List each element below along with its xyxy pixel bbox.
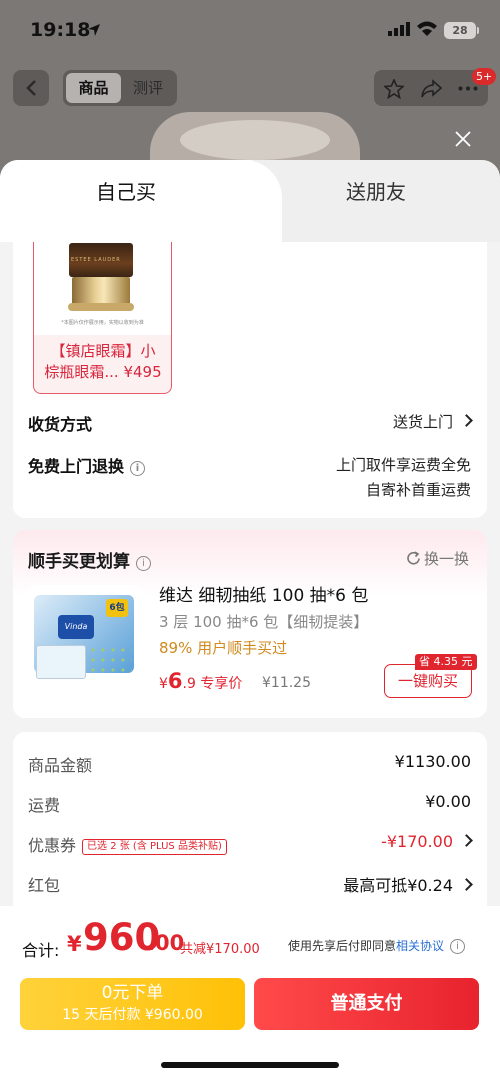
more-icon[interactable] (458, 86, 478, 91)
nav-tabs: 商品 测评 (63, 70, 177, 106)
close-icon[interactable] (455, 131, 471, 147)
status-time: 19:18 (30, 19, 91, 41)
bottle-cap (72, 277, 130, 305)
agreement-prefix: 使用先享后付即同意 (288, 939, 397, 953)
order-info-card: ESTEE LAUDER *本图片仅作展示用，实物以收到为准 【镇店眼霜】小 棕… (13, 242, 487, 518)
upsell-card: 顺手买更划算 i 换一换 Vinda 6包 维达 细韧抽纸 100 抽*6 包 3… (13, 530, 487, 718)
chevron-right-icon (460, 878, 473, 891)
tab-product[interactable]: 商品 (66, 73, 121, 103)
shipping-label: 运费 (28, 796, 61, 815)
total-currency: ¥ (67, 932, 82, 956)
goods-amount-label: 商品金额 (28, 756, 93, 775)
upsell-price: ¥6.9 专享价 (159, 669, 242, 693)
upsell-title: 顺手买更划算 i (28, 547, 151, 572)
chevron-left-icon (26, 80, 36, 96)
normal-pay-button[interactable]: 普通支付 (254, 978, 479, 1030)
cellular-signal-icon (388, 22, 410, 36)
coupon-value: -¥170.00 (381, 832, 453, 851)
price-decimal: .9 (182, 676, 196, 692)
back-button[interactable] (13, 70, 49, 106)
tab-buy-self[interactable]: 自己买 (0, 160, 252, 242)
redpacket-selector[interactable]: 最高可抵¥0.24 (343, 872, 473, 896)
bottle-cap-base (68, 303, 134, 311)
returns-row: 免费上门退换 i (28, 453, 146, 477)
wifi-icon (417, 21, 437, 36)
tissue-image[interactable]: Vinda 6包 (28, 585, 141, 698)
delivery-method[interactable]: 送货上门 (392, 411, 473, 432)
coupon-selector[interactable]: -¥170.00 (381, 832, 473, 851)
redpacket-label: 红包 (28, 876, 61, 895)
product-image-bg-lid (180, 120, 330, 160)
upsell-buyers: 89% 用户顺手买过 (159, 639, 288, 657)
tab-review[interactable]: 测评 (123, 73, 173, 103)
coupon-row-label: 优惠券 已选 2 张 (含 PLUS 品类补贴) (28, 832, 227, 856)
bottle-label: ESTEE LAUDER (71, 257, 121, 263)
swap-label: 换一换 (423, 550, 469, 568)
product-image: ESTEE LAUDER *本图片仅作展示用，实物以收到为准 (34, 242, 171, 335)
price-currency: ¥ (159, 676, 168, 692)
product-name-line2: 棕瓶眼霜... (44, 363, 119, 381)
share-icon[interactable] (420, 79, 442, 99)
nav-actions (374, 70, 488, 106)
info-icon[interactable]: i (130, 461, 146, 476)
upsell-original-price: ¥11.25 (262, 675, 311, 691)
agreement-text: 使用先享后付即同意相关协议 i (288, 937, 466, 954)
purchase-tabs: 自己买 送朋友 (0, 160, 500, 242)
coupon-tag: 已选 2 张 (含 PLUS 品类补贴) (82, 839, 227, 855)
product-name-line1: 【镇店眼霜】小 (50, 342, 156, 360)
info-icon[interactable]: i (450, 939, 466, 954)
price-label: 专享价 (200, 676, 243, 692)
pay-later-line1: 0元下单 (101, 983, 164, 1003)
price-summary-card: 商品金额 ¥1130.00 运费 ¥0.00 优惠券 已选 2 张 (含 PLUS… (13, 732, 487, 922)
status-bar: 19:18 28 (0, 0, 500, 62)
save-tag: 省 4.35 元 (415, 654, 477, 670)
star-icon[interactable] (384, 79, 404, 99)
total-decimal: .00 (147, 931, 185, 955)
upsell-spec: 3 层 100 抽*6 包【细韧提装】 (159, 613, 369, 631)
pay-later-button[interactable]: 0元下单 15 天后付款 ¥960.00 (20, 978, 245, 1030)
product-name: 【镇店眼霜】小 棕瓶眼霜... ¥495 (38, 341, 168, 383)
chevron-right-icon (460, 414, 473, 427)
goods-amount-value: ¥1130.00 (394, 752, 471, 771)
chevron-right-icon (460, 834, 473, 847)
coupon-label: 优惠券 (28, 836, 77, 855)
info-icon[interactable]: i (136, 556, 151, 571)
total-savings: 共减¥170.00 (180, 942, 260, 957)
pay-later-line2: 15 天后付款 ¥960.00 (62, 1007, 203, 1023)
pack-count-badge: 6包 (106, 599, 128, 617)
price-integer: 6 (167, 669, 183, 693)
message-badge: 5+ (472, 68, 497, 85)
tissue-pack (36, 645, 86, 679)
agreement-link[interactable]: 相关协议 (396, 939, 444, 953)
home-indicator[interactable] (161, 1062, 339, 1068)
delivery-label: 收货方式 (28, 415, 93, 434)
battery-nub (477, 27, 479, 34)
product-price: ¥495 (123, 363, 162, 381)
redpacket-value: 最高可抵¥0.24 (343, 876, 453, 895)
image-caption: *本图片仅作展示用，实物以收到为准 (61, 320, 144, 326)
upsell-product-name[interactable]: 维达 细韧抽纸 100 抽*6 包 (159, 581, 368, 606)
returns-terms: 上门取件享运费全免 自寄补首重运费 (336, 453, 471, 503)
battery-icon: 28 (444, 22, 476, 39)
delivery-value: 送货上门 (392, 413, 453, 431)
upsell-title-text: 顺手买更划算 (28, 552, 130, 572)
returns-label: 免费上门退换 (28, 457, 125, 476)
refresh-icon (407, 551, 420, 565)
checkout-footer: 合计: ¥ 960 .00 共减¥170.00 使用先享后付即同意相关协议 i 0… (0, 906, 500, 1082)
returns-line2: 自寄补首重运费 (365, 481, 471, 499)
swap-button[interactable]: 换一换 (406, 548, 469, 569)
shipping-value: ¥0.00 (425, 792, 471, 811)
returns-line1: 上门取件享运费全免 (335, 456, 471, 474)
product-card[interactable]: ESTEE LAUDER *本图片仅作展示用，实物以收到为准 【镇店眼霜】小 棕… (33, 242, 172, 394)
vinda-logo: Vinda (58, 615, 94, 639)
location-arrow-icon (88, 24, 100, 36)
tissue-pattern (88, 645, 132, 675)
tab-send-friend[interactable]: 送朋友 (252, 160, 500, 224)
total-label: 合计: (22, 941, 60, 960)
